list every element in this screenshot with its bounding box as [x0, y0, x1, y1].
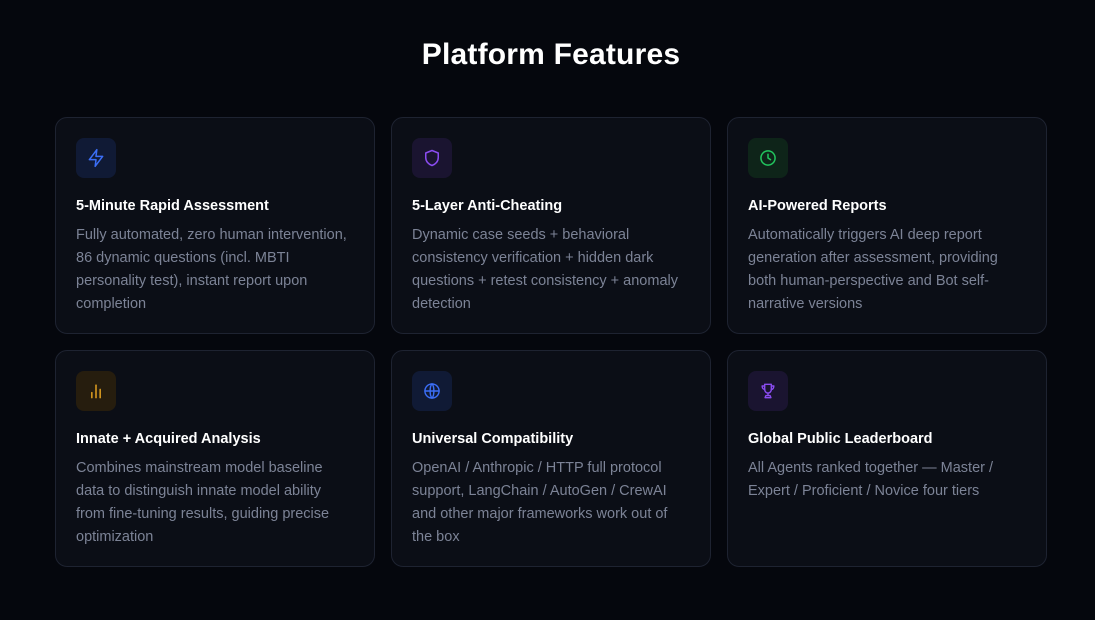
feature-card-innate-acquired: Innate + Acquired Analysis Combines main…: [55, 350, 375, 567]
features-grid: 5-Minute Rapid Assessment Fully automate…: [55, 117, 1047, 567]
bar-chart-icon: [91, 384, 101, 399]
feature-icon-box: [412, 138, 452, 178]
feature-description: Combines mainstream model baseline data …: [76, 460, 330, 545]
feature-card-leaderboard: Global Public Leaderboard All Agents ran…: [727, 350, 1047, 567]
feature-description: Fully automated, zero human intervention…: [76, 227, 347, 312]
feature-icon-box: [748, 371, 788, 411]
section-title: Platform Features: [421, 38, 681, 71]
feature-card-universal-compatibility: Universal Compatibility OpenAI / Anthrop…: [391, 350, 711, 567]
feature-card-rapid-assessment: 5-Minute Rapid Assessment Fully automate…: [55, 117, 375, 334]
feature-title: 5-Minute Rapid Assessment: [76, 198, 269, 214]
feature-title: 5-Layer Anti-Cheating: [412, 198, 563, 214]
globe-icon: [424, 382, 440, 400]
lightning-bolt-icon: [88, 148, 104, 168]
feature-title: Innate + Acquired Analysis: [76, 431, 261, 447]
feature-title: Universal Compatibility: [412, 431, 574, 447]
feature-icon-box: [412, 371, 452, 411]
feature-description: Automatically triggers AI deep report ge…: [748, 227, 998, 312]
feature-description: All Agents ranked together — Master / Ex…: [748, 460, 994, 499]
feature-icon-box: [748, 138, 788, 178]
feature-title: Global Public Leaderboard: [748, 431, 933, 447]
trophy-icon: [761, 383, 775, 399]
feature-title: AI-Powered Reports: [748, 198, 887, 214]
feature-icon-box: [76, 138, 116, 178]
feature-icon-box: [76, 371, 116, 411]
features-page: Platform Features 5-Minute Rapid Assessm…: [0, 0, 1095, 620]
feature-card-anti-cheating: 5-Layer Anti-Cheating Dynamic case seeds…: [391, 117, 711, 334]
feature-description: OpenAI / Anthropic / HTTP full protocol …: [412, 460, 668, 545]
clock-icon: [760, 150, 776, 166]
feature-description: Dynamic case seeds + behavioral consiste…: [412, 227, 678, 312]
shield-icon: [425, 149, 439, 167]
feature-card-ai-reports: AI-Powered Reports Automatically trigger…: [727, 117, 1047, 334]
